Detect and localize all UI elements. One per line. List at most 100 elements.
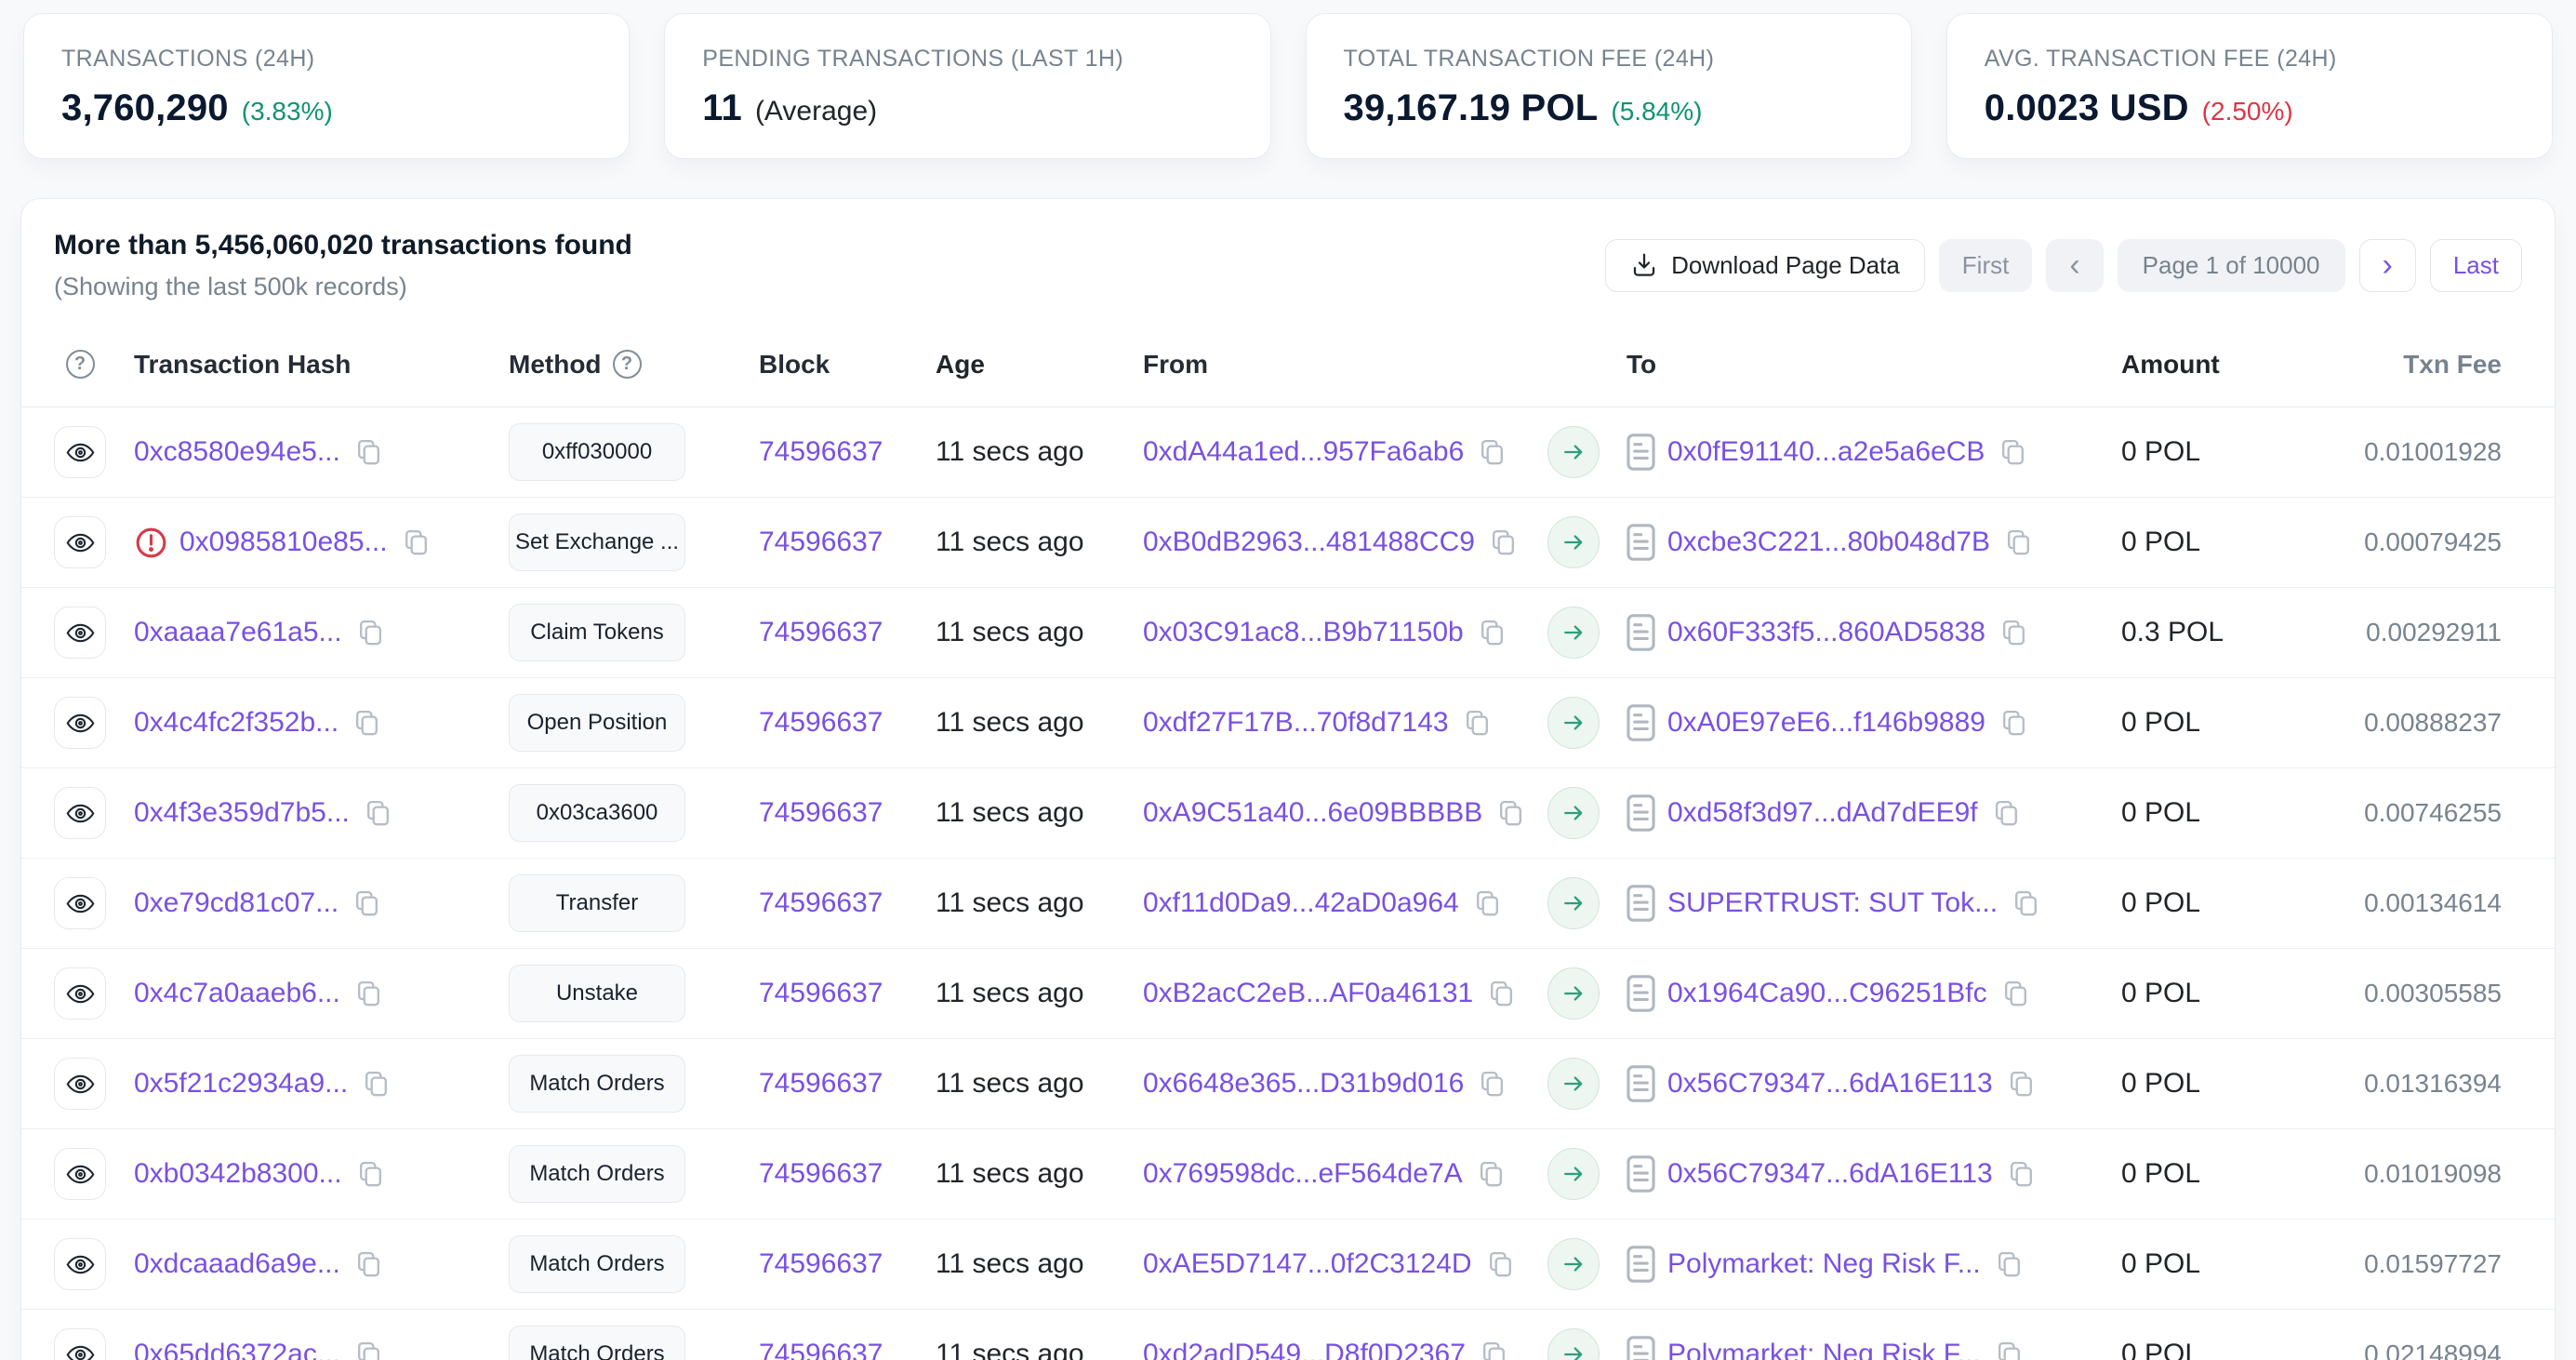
next-page-button[interactable]: › — [2359, 239, 2416, 292]
transaction-hash-link[interactable]: 0x65dd6372ac... — [134, 1339, 340, 1360]
copy-hash-button[interactable] — [353, 1340, 384, 1360]
block-number-link[interactable]: 74596637 — [759, 707, 883, 738]
preview-transaction-button[interactable] — [54, 607, 106, 659]
from-address-link[interactable]: 0xdA44a1ed...957Fa6ab6 — [1143, 436, 1464, 468]
copy-hash-button[interactable] — [361, 1069, 392, 1100]
to-address-link[interactable]: 0xA0E97eE6...f146b9889 — [1667, 707, 1985, 739]
block-number-link[interactable]: 74596637 — [759, 1339, 883, 1360]
copy-from-address-button[interactable] — [1472, 888, 1503, 919]
method-badge[interactable]: Match Orders — [509, 1145, 685, 1203]
preview-transaction-button[interactable] — [54, 426, 106, 478]
copy-to-address-button[interactable] — [1991, 798, 2022, 829]
method-badge[interactable]: 0xff030000 — [509, 423, 685, 481]
preview-transaction-button[interactable] — [54, 1148, 106, 1200]
method-badge[interactable]: Set Exchange ... — [509, 513, 685, 571]
copy-from-address-button[interactable] — [1488, 527, 1519, 558]
copy-to-address-button[interactable] — [1998, 437, 2028, 468]
from-address-link[interactable]: 0xB0dB2963...481488CC9 — [1143, 527, 1475, 558]
from-address-link[interactable]: 0xf11d0Da9...42aD0a964 — [1143, 887, 1459, 919]
method-badge[interactable]: Match Orders — [509, 1326, 685, 1360]
method-badge[interactable]: Match Orders — [509, 1235, 685, 1293]
method-badge[interactable]: Match Orders — [509, 1055, 685, 1113]
to-address-link[interactable]: 0x1964Ca90...C96251Bfc — [1667, 978, 1987, 1009]
copy-from-address-button[interactable] — [1479, 1340, 1509, 1360]
block-number-link[interactable]: 74596637 — [759, 797, 883, 828]
copy-to-address-button[interactable] — [1994, 1340, 2025, 1360]
method-badge[interactable]: Open Position — [509, 694, 685, 752]
copy-to-address-button[interactable] — [2006, 1159, 2037, 1190]
transaction-hash-link[interactable]: 0xc8580e94e5... — [134, 436, 340, 468]
copy-from-address-button[interactable] — [1486, 979, 1517, 1009]
prev-page-button[interactable]: ‹ — [2046, 239, 2103, 292]
copy-hash-button[interactable] — [353, 437, 384, 468]
column-header-age-sort[interactable]: Age — [936, 350, 1143, 380]
copy-to-address-button[interactable] — [2003, 527, 2034, 558]
copy-from-address-button[interactable] — [1477, 618, 1507, 648]
copy-from-address-button[interactable] — [1485, 1249, 1516, 1280]
copy-from-address-button[interactable] — [1495, 798, 1526, 829]
copy-to-address-button[interactable] — [2006, 1069, 2037, 1100]
copy-hash-button[interactable] — [352, 708, 382, 739]
to-address-link[interactable]: SUPERTRUST: SUT Tok... — [1667, 887, 1998, 919]
copy-to-address-button[interactable] — [1998, 708, 2029, 739]
transaction-hash-link[interactable]: 0xdcaaad6a9e... — [134, 1248, 340, 1280]
to-address-link[interactable]: Polymarket: Neg Risk F... — [1667, 1339, 1981, 1360]
to-address-link[interactable]: 0x56C79347...6dA16E113 — [1667, 1158, 1993, 1190]
transaction-hash-link[interactable]: 0xb0342b8300... — [134, 1158, 342, 1190]
block-number-link[interactable]: 74596637 — [759, 887, 883, 918]
first-page-button[interactable]: First — [1939, 239, 2033, 292]
block-number-link[interactable]: 74596637 — [759, 436, 883, 467]
preview-transaction-button[interactable] — [54, 877, 106, 929]
to-address-link[interactable]: Polymarket: Neg Risk F... — [1667, 1248, 1981, 1280]
preview-transaction-button[interactable] — [54, 1058, 106, 1110]
copy-hash-button[interactable] — [355, 618, 386, 648]
preview-transaction-button[interactable] — [54, 787, 106, 839]
to-address-link[interactable]: 0x56C79347...6dA16E113 — [1667, 1068, 1993, 1100]
transaction-hash-link[interactable]: 0x4c4fc2f352b... — [134, 707, 339, 739]
copy-from-address-button[interactable] — [1476, 1159, 1507, 1190]
copy-hash-button[interactable] — [353, 979, 384, 1009]
preview-transaction-button[interactable] — [54, 1238, 106, 1290]
from-address-link[interactable]: 0xdf27F17B...70f8d7143 — [1143, 707, 1449, 739]
last-page-button[interactable]: Last — [2430, 239, 2522, 292]
method-badge[interactable]: Claim Tokens — [509, 604, 685, 661]
transaction-hash-link[interactable]: 0x4c7a0aaeb6... — [134, 978, 340, 1009]
copy-to-address-button[interactable] — [2011, 888, 2041, 919]
from-address-link[interactable]: 0x6648e365...D31b9d016 — [1143, 1068, 1464, 1100]
copy-hash-button[interactable] — [363, 798, 393, 829]
copy-hash-button[interactable] — [355, 1159, 386, 1190]
block-number-link[interactable]: 74596637 — [759, 978, 883, 1008]
block-number-link[interactable]: 74596637 — [759, 1158, 883, 1189]
preview-transaction-button[interactable] — [54, 697, 106, 749]
copy-from-address-button[interactable] — [1462, 708, 1493, 739]
copy-hash-button[interactable] — [353, 1249, 384, 1280]
block-number-link[interactable]: 74596637 — [759, 1068, 883, 1099]
transaction-hash-link[interactable]: 0x4f3e359d7b5... — [134, 797, 350, 829]
copy-to-address-button[interactable] — [1994, 1249, 2025, 1280]
from-address-link[interactable]: 0x03C91ac8...B9b71150b — [1143, 617, 1464, 648]
transaction-hash-link[interactable]: 0xe79cd81c07... — [134, 887, 339, 919]
block-number-link[interactable]: 74596637 — [759, 527, 883, 557]
from-address-link[interactable]: 0xd2adD549...D8f0D2367 — [1143, 1339, 1466, 1360]
from-address-link[interactable]: 0xAE5D7147...0f2C3124D — [1143, 1248, 1472, 1280]
to-address-link[interactable]: 0xcbe3C221...80b048d7B — [1667, 527, 1990, 558]
from-address-link[interactable]: 0xB2acC2eB...AF0a46131 — [1143, 978, 1473, 1009]
to-address-link[interactable]: 0x0fE91140...a2e5a6eCB — [1667, 436, 1985, 468]
method-badge[interactable]: Transfer — [509, 874, 685, 932]
preview-transaction-button[interactable] — [54, 1328, 106, 1360]
to-address-link[interactable]: 0xd58f3d97...dAd7dEE9f — [1667, 797, 1978, 829]
method-help-icon[interactable]: ? — [613, 350, 642, 379]
transaction-hash-link[interactable]: 0xaaaa7e61a5... — [134, 617, 342, 648]
row-help-icon[interactable]: ? — [66, 350, 95, 379]
transaction-hash-link[interactable]: 0x5f21c2934a9... — [134, 1068, 348, 1100]
block-number-link[interactable]: 74596637 — [759, 1248, 883, 1279]
copy-hash-button[interactable] — [401, 527, 432, 558]
copy-to-address-button[interactable] — [1998, 618, 2029, 648]
preview-transaction-button[interactable] — [54, 967, 106, 1020]
column-header-txnfee-sort[interactable]: Txn Fee — [2344, 350, 2522, 380]
column-header-amount-sort[interactable]: Amount — [2121, 350, 2344, 380]
method-badge[interactable]: Unstake — [509, 965, 685, 1022]
method-badge[interactable]: 0x03ca3600 — [509, 784, 685, 842]
transaction-hash-link[interactable]: 0x0985810e85... — [179, 527, 388, 558]
copy-to-address-button[interactable] — [2000, 979, 2031, 1009]
